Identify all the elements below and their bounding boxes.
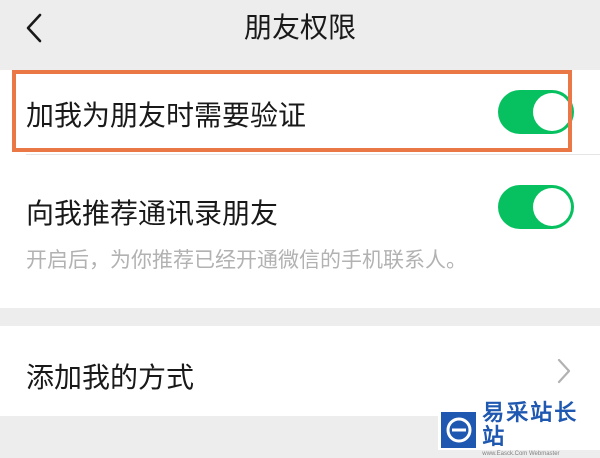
- watermark-url: www.Easck.Com Webmaster: [482, 451, 560, 457]
- nav-bar: 朋友权限: [0, 0, 600, 62]
- divider: [26, 154, 600, 155]
- e-logo-icon: [441, 412, 477, 448]
- watermark-name: 易采站长站: [482, 401, 579, 450]
- setting-label: 添加我的方式: [26, 361, 195, 394]
- setting-row-require-verification: 加我为朋友时需要验证: [0, 70, 600, 154]
- setting-description: 开启后，为你推荐已经开通微信的手机联系人。: [26, 248, 467, 272]
- chevron-left-icon: [26, 13, 42, 43]
- setting-row-recommend-contacts: 向我推荐通讯录朋友 开启后，为你推荐已经开通微信的手机联系人。: [0, 154, 600, 308]
- verification-toggle[interactable]: [498, 90, 574, 134]
- toggle-knob: [533, 188, 571, 226]
- setting-label: 加我为朋友时需要验证: [26, 99, 307, 132]
- chevron-right-icon: [557, 358, 571, 384]
- recommend-contacts-toggle[interactable]: [498, 185, 574, 229]
- setting-label: 向我推荐通讯录朋友: [26, 197, 279, 230]
- back-button[interactable]: [14, 8, 54, 48]
- page-title: 朋友权限: [243, 11, 356, 44]
- toggle-knob: [533, 93, 571, 131]
- watermark: 易采站长站 www.Easck.Com Webmaster: [438, 402, 600, 457]
